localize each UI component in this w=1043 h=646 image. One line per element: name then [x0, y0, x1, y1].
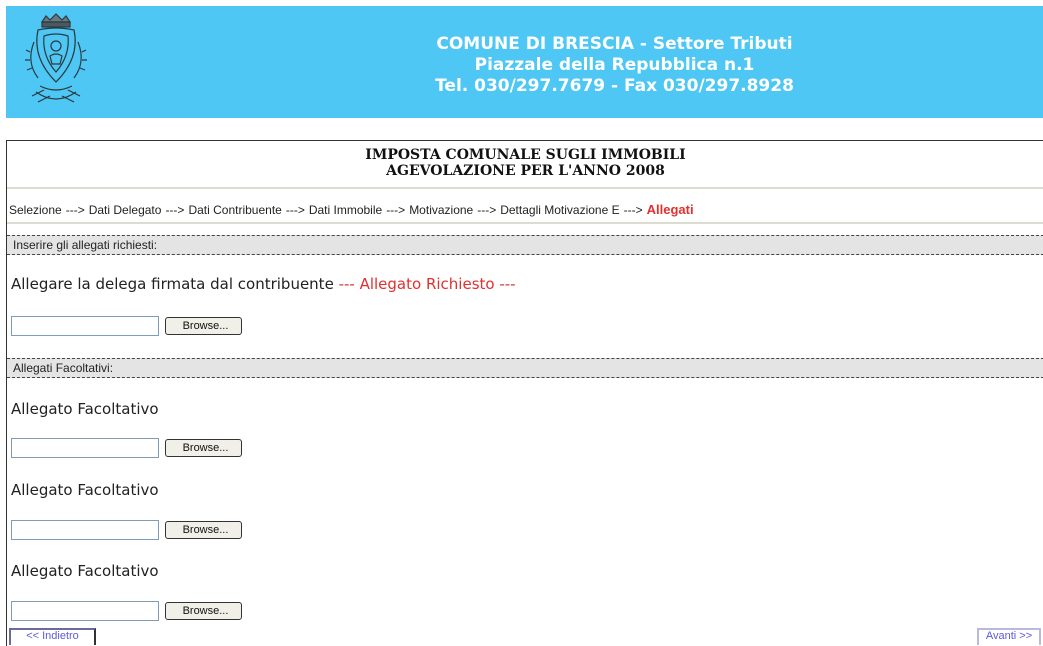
browse-button[interactable]: Browse...: [165, 439, 242, 457]
required-file-input[interactable]: [11, 316, 159, 336]
optional-file-input-2[interactable]: [11, 520, 159, 540]
breadcrumb-separator: --->: [623, 203, 643, 217]
breadcrumb-separator: --->: [285, 203, 305, 217]
page-title: IMPOSTA COMUNALE SUGLI IMMOBILI AGEVOLAZ…: [7, 147, 1043, 179]
breadcrumb-step-current: Allegati: [646, 202, 694, 217]
breadcrumb-separator: --->: [386, 203, 406, 217]
next-button[interactable]: Avanti >>: [977, 628, 1041, 645]
required-section-header: Inserire gli allegati richiesti:: [7, 235, 1043, 255]
breadcrumb-separator: --->: [165, 203, 185, 217]
back-button[interactable]: << Indietro: [9, 628, 96, 645]
browse-button[interactable]: Browse...: [165, 317, 242, 335]
breadcrumb-separator: --->: [477, 203, 497, 217]
breadcrumb-divider: [7, 222, 1043, 224]
breadcrumb-step-selezione: Selezione: [9, 203, 62, 217]
header-contact: COMUNE DI BRESCIA - Settore Tributi Piaz…: [186, 34, 1043, 97]
header-phone-fax: Tel. 030/297.7679 - Fax 030/297.8928: [435, 76, 794, 96]
optional-attachment-label-1: Allegato Facoltativo: [11, 400, 159, 418]
browse-button[interactable]: Browse...: [165, 521, 242, 539]
browse-button[interactable]: Browse...: [165, 602, 242, 620]
required-attachment-text: Allegare la delega firmata dal contribue…: [11, 275, 334, 293]
page-title-line2: AGEVOLAZIONE PER L'ANNO 2008: [386, 163, 665, 179]
required-note: --- Allegato Richiesto ---: [338, 275, 516, 293]
breadcrumb-step-dati-immobile: Dati Immobile: [308, 203, 383, 217]
title-divider: [7, 187, 1043, 189]
header-title: COMUNE DI BRESCIA - Settore Tributi: [436, 34, 793, 54]
breadcrumb-step-dati-delegato: Dati Delegato: [88, 203, 162, 217]
breadcrumb-step-motivazione: Motivazione: [409, 203, 474, 217]
optional-section-header: Allegati Facoltativi:: [7, 358, 1043, 378]
form-panel: IMPOSTA COMUNALE SUGLI IMMOBILI AGEVOLAZ…: [6, 140, 1043, 646]
page-header: COMUNE DI BRESCIA - Settore Tributi Piaz…: [6, 6, 1043, 118]
optional-attachment-label-3: Allegato Facoltativo: [11, 562, 159, 580]
city-crest-logo: [25, 13, 87, 103]
breadcrumb: Selezione ---> Dati Delegato ---> Dati Contr…: [9, 202, 694, 217]
optional-file-input-1[interactable]: [11, 438, 159, 458]
page-title-line1: IMPOSTA COMUNALE SUGLI IMMOBILI: [365, 147, 686, 163]
breadcrumb-separator: --->: [65, 203, 85, 217]
breadcrumb-step-dati-contribuente: Dati Contribuente: [188, 203, 282, 217]
optional-file-input-3[interactable]: [11, 601, 159, 621]
breadcrumb-step-dettagli-motivazione: Dettagli Motivazione E: [500, 203, 620, 217]
required-attachment-label: Allegare la delega firmata dal contribue…: [11, 275, 516, 293]
header-address: Piazzale della Repubblica n.1: [474, 55, 755, 75]
optional-attachment-label-2: Allegato Facoltativo: [11, 481, 159, 499]
